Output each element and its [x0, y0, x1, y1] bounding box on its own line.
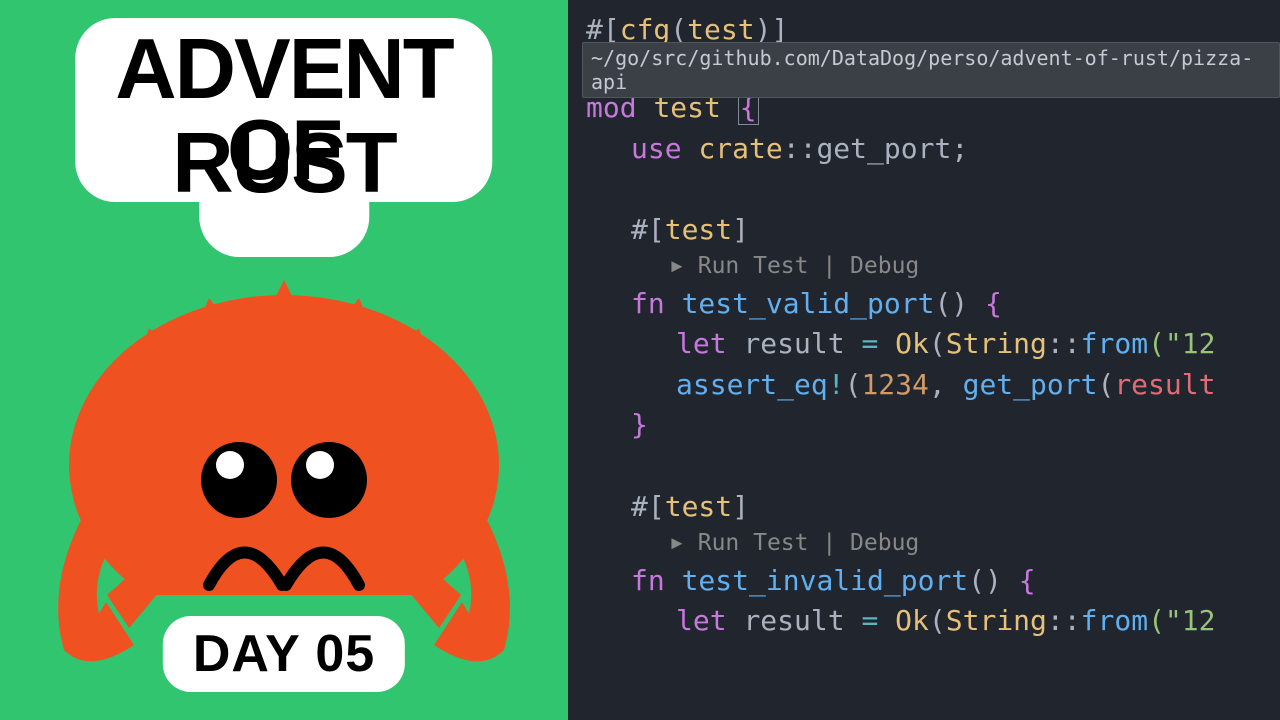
code-line-use: use crate::get_port;: [586, 129, 1280, 170]
day-bubble: DAY 05: [163, 616, 405, 692]
code-line-fn1: fn test_valid_port() {: [586, 284, 1280, 325]
codelens-run-test-1[interactable]: ▶ Run Test | Debug: [626, 250, 1280, 283]
codelens-run-test-2[interactable]: ▶ Run Test | Debug: [626, 527, 1280, 560]
blank-line-2: [586, 446, 1280, 487]
code-line-fn2: fn test_invalid_port() {: [586, 561, 1280, 602]
code-line-attr-test-2: #[test]: [586, 487, 1280, 528]
path-tooltip: ~/go/src/github.com/DataDog/perso/advent…: [582, 42, 1280, 98]
thumbnail-left-panel: ADVENT OF RUST: [0, 0, 568, 720]
blank-line: [586, 169, 1280, 210]
code-line-let-1: let result = Ok(String::from("12: [586, 324, 1280, 365]
code-line-attr-test-1: #[test]: [586, 210, 1280, 251]
code-line-assert: assert_eq!(1234, get_port(result: [586, 365, 1280, 406]
code-editor-panel: ~/go/src/github.com/DataDog/perso/advent…: [568, 0, 1280, 720]
day-label: DAY 05: [193, 624, 375, 684]
code-line-let-2: let result = Ok(String::from("12: [586, 601, 1280, 642]
title-line2: RUST: [172, 115, 395, 213]
code-line-brace-close-1: }: [586, 405, 1280, 446]
